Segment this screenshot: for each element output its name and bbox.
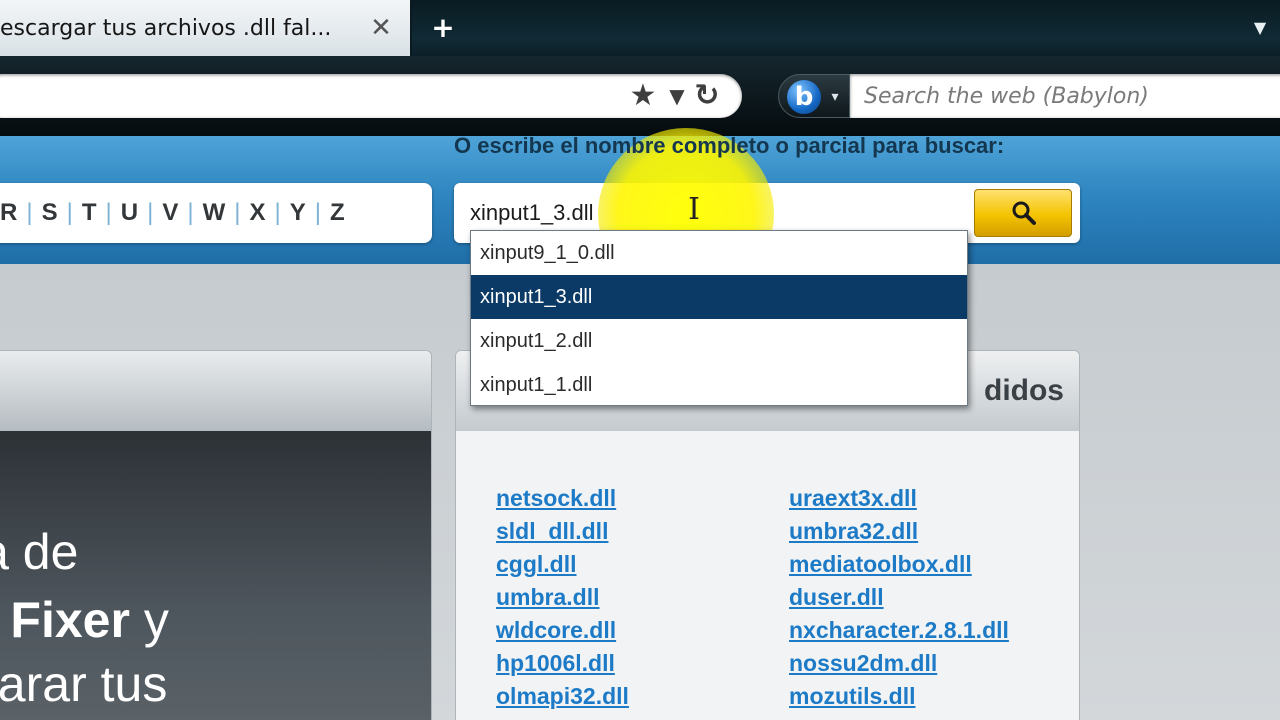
letter-link-w[interactable]: W	[203, 198, 226, 228]
dll-link[interactable]: wldcore.dll	[496, 616, 796, 649]
letter-separator: |	[187, 199, 194, 226]
navigation-toolbar: ★ ▼ ↻ b ▾	[0, 56, 1280, 136]
search-instruction: O escribe el nombre completo o parcial p…	[454, 133, 1005, 158]
dll-link[interactable]: mozutils.dll	[789, 682, 1089, 715]
dll-link-column: netsock.dll sldl_dll.dll cggl.dll umbra.dll…	[496, 484, 796, 715]
letter-link-x[interactable]: X	[249, 198, 265, 228]
letter-separator: |	[147, 199, 154, 226]
babylon-logo-icon: b	[787, 80, 821, 114]
dll-link[interactable]: umbra.dll	[496, 583, 796, 616]
tab-title: escargar tus archivos .dll fal...	[0, 16, 332, 41]
suggestion-item[interactable]: xinput1_2.dll	[471, 319, 967, 363]
dll-link[interactable]: mediatoolbox.dll	[789, 550, 1089, 583]
dll-link[interactable]: sldl_dll.dll	[496, 517, 796, 550]
search-button[interactable]	[974, 189, 1072, 237]
history-dropdown-icon[interactable]: ▼	[666, 78, 688, 114]
letter-link-v[interactable]: V	[162, 198, 178, 228]
suggestion-item[interactable]: xinput1_3.dll	[471, 275, 967, 319]
dll-link[interactable]: olmapi32.dll	[496, 682, 796, 715]
text-cursor-icon: I	[688, 192, 700, 227]
letter-separator: |	[274, 199, 281, 226]
dll-link[interactable]: umbra32.dll	[789, 517, 1089, 550]
promo-line: n Fixer y	[0, 592, 169, 648]
address-bar[interactable]: ★ ▼ ↻	[0, 74, 742, 118]
tab-list-dropdown-icon[interactable]: ▼	[1250, 18, 1270, 38]
web-search-input[interactable]	[850, 74, 1280, 118]
letter-link-t[interactable]: T	[82, 198, 97, 228]
letter-separator: |	[105, 199, 112, 226]
letter-link-r[interactable]: R	[0, 198, 17, 228]
reload-icon[interactable]: ↻	[690, 78, 724, 114]
letter-separator: |	[234, 199, 241, 226]
suggestion-item[interactable]: xinput9_1_0.dll	[471, 231, 967, 275]
dll-link[interactable]: hp1006l.dll	[496, 649, 796, 682]
tab-strip: escargar tus archivos .dll fal... ✕ + ▼	[0, 0, 1280, 56]
dll-link-column: uraext3x.dll umbra32.dll mediatoolbox.dll d…	[789, 484, 1089, 715]
letter-separator: |	[26, 199, 33, 226]
active-tab[interactable]: escargar tus archivos .dll fal... ✕	[0, 0, 412, 56]
new-tab-button[interactable]: +	[428, 10, 458, 46]
letter-link-u[interactable]: U	[121, 198, 138, 228]
dll-link[interactable]: uraext3x.dll	[789, 484, 1089, 517]
dll-link[interactable]: cggl.dll	[496, 550, 796, 583]
alphabet-nav: R | S | T | U | V | W | X | Y | Z	[0, 183, 432, 243]
chevron-down-icon: ▾	[831, 89, 839, 105]
search-engine-selector[interactable]: b ▾	[778, 74, 850, 118]
promo-line: ia de	[0, 524, 79, 580]
close-tab-icon[interactable]: ✕	[367, 12, 395, 44]
letter-link-s[interactable]: S	[42, 198, 58, 228]
promo-panel-header	[0, 351, 431, 431]
letter-separator: |	[66, 199, 73, 226]
alphabet-letters: R | S | T | U | V | W | X | Y | Z	[0, 198, 420, 228]
dll-link[interactable]: nxcharacter.2.8.1.dll	[789, 616, 1089, 649]
suggestion-item[interactable]: xinput1_1.dll	[471, 363, 967, 407]
letter-link-y[interactable]: Y	[290, 198, 306, 228]
dll-link[interactable]: nossu2dm.dll	[789, 649, 1089, 682]
dll-link[interactable]: netsock.dll	[496, 484, 796, 517]
promo-line: parar tus	[0, 656, 168, 712]
search-icon	[1012, 201, 1036, 225]
autocomplete-dropdown: xinput9_1_0.dll xinput1_3.dll xinput1_2.dl…	[470, 230, 968, 406]
letter-separator: |	[314, 199, 321, 226]
dll-link[interactable]: duser.dll	[789, 583, 1089, 616]
bookmark-star-icon[interactable]: ★	[624, 78, 662, 114]
letter-link-z[interactable]: Z	[330, 198, 345, 228]
